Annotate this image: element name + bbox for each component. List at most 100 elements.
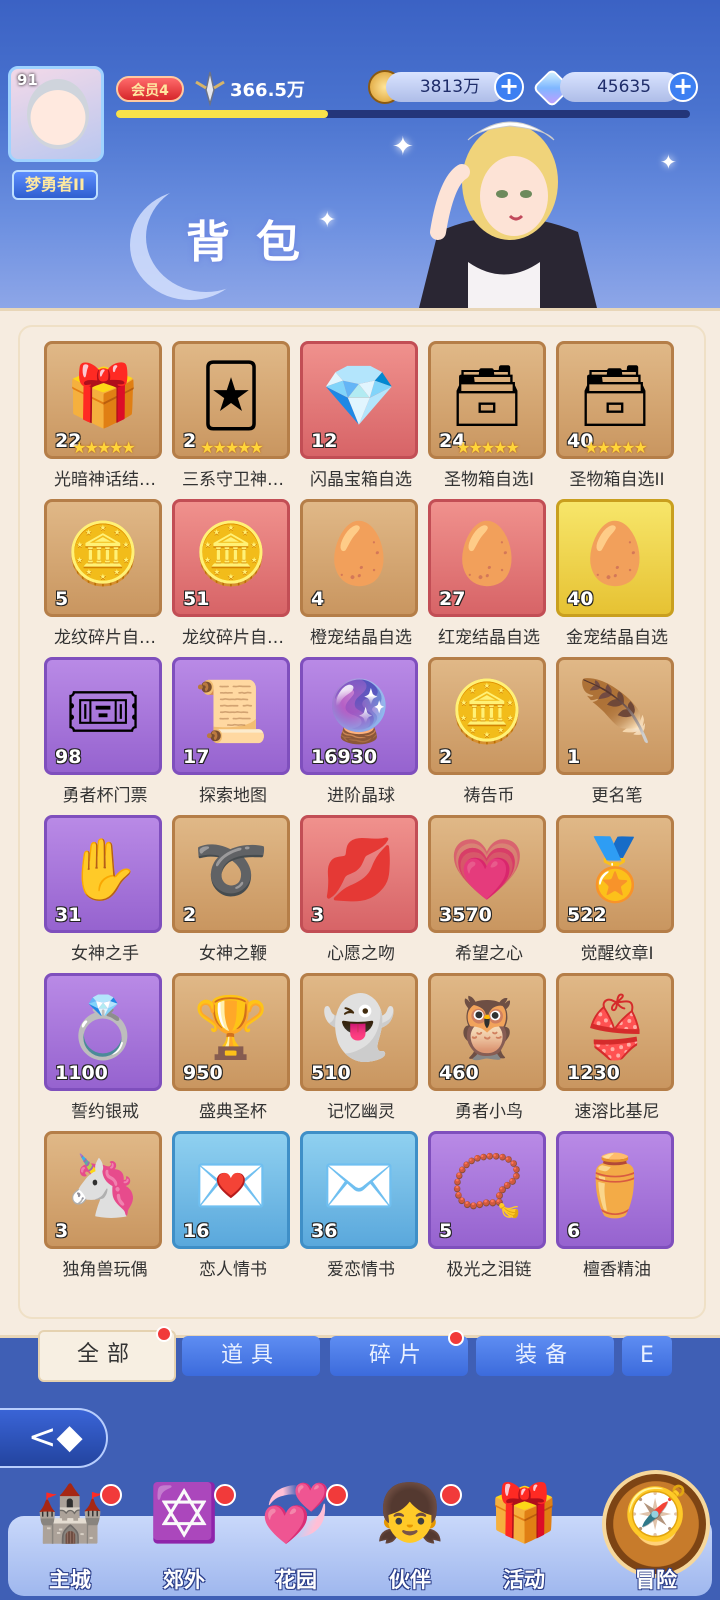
item-tile: 🪙 5 bbox=[44, 499, 162, 617]
nav-1[interactable]: 🏰 主城 bbox=[20, 1478, 122, 1598]
inventory-item[interactable]: 🗃 24 ★★★★★ 圣物箱自选I bbox=[424, 341, 554, 495]
item-icon: 🪶 bbox=[577, 676, 653, 747]
maid-character-illustration bbox=[418, 121, 598, 312]
item-count: 3 bbox=[311, 904, 325, 926]
inventory-item[interactable]: 🪙 51 龙纹碎片自… bbox=[168, 499, 298, 653]
item-tile: 🎟 98 bbox=[44, 657, 162, 775]
compass-icon: 🧭 bbox=[623, 1484, 689, 1544]
item-name: 圣物箱自选II bbox=[569, 470, 665, 490]
item-count: 40 bbox=[567, 588, 594, 610]
item-name: 勇者杯门票 bbox=[62, 786, 148, 806]
inventory-item[interactable]: 🃏 2 ★★★★★ 三系守卫神… bbox=[168, 341, 298, 495]
item-count: 98 bbox=[55, 746, 82, 768]
tab-4[interactable]: 装备 bbox=[476, 1336, 614, 1376]
item-name: 心愿之吻 bbox=[327, 944, 395, 964]
inventory-item[interactable]: 💗 3570 希望之心 bbox=[424, 815, 554, 969]
item-icon: 🪙 bbox=[449, 676, 525, 747]
inventory-item[interactable]: 📜 17 探索地图 bbox=[168, 657, 298, 811]
inventory-item[interactable]: 🪙 5 龙纹碎片自… bbox=[40, 499, 170, 653]
inventory-item[interactable]: 🏆 950 盛典圣杯 bbox=[168, 973, 298, 1127]
inventory-item[interactable]: 💋 3 心愿之吻 bbox=[296, 815, 426, 969]
inventory-item[interactable]: ➰ 2 女神之鞭 bbox=[168, 815, 298, 969]
inventory-item[interactable]: ✉️ 36 爱恋情书 bbox=[296, 1131, 426, 1285]
nav-3[interactable]: 💞 花园 bbox=[246, 1478, 348, 1598]
item-name: 极光之泪链 bbox=[446, 1260, 532, 1280]
item-count: 5 bbox=[439, 1220, 453, 1242]
item-name: 希望之心 bbox=[455, 944, 523, 964]
add-diamond-button[interactable]: + bbox=[668, 72, 698, 102]
inventory-item[interactable]: 🎁 22 ★★★★★ 光暗神话结… bbox=[40, 341, 170, 495]
item-icon: 🪙 bbox=[65, 518, 141, 589]
item-name: 圣物箱自选I bbox=[443, 470, 534, 490]
tab-3[interactable]: 碎片 bbox=[330, 1336, 468, 1376]
inventory-item[interactable]: 🥚 4 橙宠结晶自选 bbox=[296, 499, 426, 653]
item-name: 誓约银戒 bbox=[71, 1102, 139, 1122]
item-name: 女神之鞭 bbox=[199, 944, 267, 964]
item-name: 探索地图 bbox=[199, 786, 267, 806]
nav-5[interactable]: 🎁 活动 bbox=[474, 1478, 574, 1598]
tab-5[interactable]: E bbox=[622, 1336, 672, 1376]
item-name: 速溶比基尼 bbox=[574, 1102, 660, 1122]
inventory-item[interactable]: 🗃 40 ★★★★★ 圣物箱自选II bbox=[552, 341, 682, 495]
exp-bar-fill bbox=[116, 110, 329, 118]
item-tile: ➰ 2 bbox=[172, 815, 290, 933]
gold-amount: 3813万 bbox=[386, 72, 506, 102]
inventory-item[interactable]: 👻 510 记忆幽灵 bbox=[296, 973, 426, 1127]
nav-4[interactable]: 👧 伙伴 bbox=[360, 1478, 462, 1598]
inventory-item[interactable]: 🦉 460 勇者小鸟 bbox=[424, 973, 554, 1127]
inventory-item[interactable]: 💍 1100 誓约银戒 bbox=[40, 973, 170, 1127]
inventory-item[interactable]: 🔮 16930 进阶晶球 bbox=[296, 657, 426, 811]
inventory-item[interactable]: 🪶 1 更名笔 bbox=[552, 657, 682, 811]
item-icon: 💋 bbox=[321, 834, 397, 905]
item-name: 爱恋情书 bbox=[327, 1260, 395, 1280]
item-tile: 🥚 27 bbox=[428, 499, 546, 617]
nav-2[interactable]: ✡️ 郊外 bbox=[134, 1478, 236, 1598]
inventory-item[interactable]: 🥚 40 金宠结晶自选 bbox=[552, 499, 682, 653]
inventory-item[interactable]: 🦄 3 独角兽玩偶 bbox=[40, 1131, 170, 1285]
rarity-stars: ★★★★★ bbox=[72, 438, 136, 457]
item-tile: 📜 17 bbox=[172, 657, 290, 775]
item-count: 36 bbox=[311, 1220, 338, 1242]
item-tile: 🪙 51 bbox=[172, 499, 290, 617]
sparkle-icon: ✦ bbox=[660, 150, 677, 174]
inventory-item[interactable]: 👙 1230 速溶比基尼 bbox=[552, 973, 682, 1127]
item-icon: 🦄 bbox=[65, 1150, 141, 1221]
inventory-item[interactable]: ✋ 31 女神之手 bbox=[40, 815, 170, 969]
item-icon: 👻 bbox=[321, 992, 397, 1063]
player-avatar[interactable]: 91 bbox=[8, 66, 104, 162]
add-gold-button[interactable]: + bbox=[494, 72, 524, 102]
item-count: 16 bbox=[183, 1220, 210, 1242]
inventory-item[interactable]: 🏅 522 觉醒纹章I bbox=[552, 815, 682, 969]
item-icon: 🥚 bbox=[449, 518, 525, 589]
inventory-item[interactable]: 💌 16 恋人情书 bbox=[168, 1131, 298, 1285]
item-count: 16930 bbox=[311, 746, 378, 768]
inventory-item[interactable]: 📿 5 极光之泪链 bbox=[424, 1131, 554, 1285]
item-tile: 🥚 4 bbox=[300, 499, 418, 617]
item-icon: 💍 bbox=[65, 992, 141, 1063]
nav-icon: ✡️ bbox=[149, 1481, 219, 1546]
avatar-level: 91 bbox=[17, 71, 38, 89]
vip-badge[interactable]: 会员4 bbox=[116, 76, 184, 102]
item-tile: 🥚 40 bbox=[556, 499, 674, 617]
rarity-stars: ★★★★★ bbox=[456, 438, 520, 457]
power-value: 366.5万 bbox=[230, 80, 305, 101]
item-icon: ✉️ bbox=[321, 1150, 397, 1221]
item-icon: 💗 bbox=[449, 834, 525, 905]
item-count: 6 bbox=[567, 1220, 581, 1242]
back-button[interactable]: <◆ bbox=[0, 1408, 108, 1468]
inventory-item[interactable]: ⚱️ 6 檀香精油 bbox=[552, 1131, 682, 1285]
tab-2[interactable]: 道具 bbox=[182, 1336, 320, 1376]
diamond-amount: 45635 bbox=[560, 72, 680, 102]
item-count: 3 bbox=[55, 1220, 69, 1242]
item-tile: 🦄 3 bbox=[44, 1131, 162, 1249]
inventory-item[interactable]: 🪙 2 祷告币 bbox=[424, 657, 554, 811]
nav-label: 主城 bbox=[49, 1568, 91, 1592]
tab-1[interactable]: 全部 bbox=[38, 1330, 176, 1382]
item-name: 三系守卫神… bbox=[182, 470, 284, 490]
item-name: 龙纹碎片自… bbox=[54, 628, 156, 648]
item-tile: 👙 1230 bbox=[556, 973, 674, 1091]
inventory-item[interactable]: 💎 12 闪晶宝箱自选 bbox=[296, 341, 426, 495]
inventory-item[interactable]: 🥚 27 红宠结晶自选 bbox=[424, 499, 554, 653]
item-icon: 🥚 bbox=[321, 518, 397, 589]
inventory-item[interactable]: 🎟 98 勇者杯门票 bbox=[40, 657, 170, 811]
